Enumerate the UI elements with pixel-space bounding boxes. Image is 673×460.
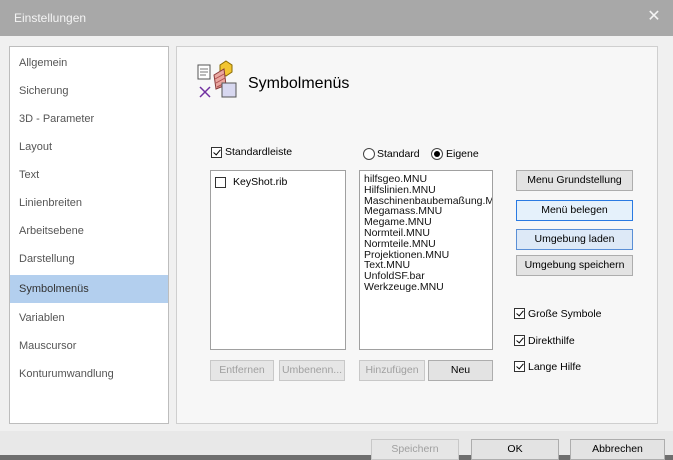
list-item[interactable]: Normteile.MNU xyxy=(360,238,492,250)
page-title: Symbolmenüs xyxy=(248,75,350,92)
sidebar-item-arbeitsebene[interactable]: Arbeitsebene xyxy=(10,217,168,245)
symbol-menus-icon xyxy=(197,60,237,98)
direkthilfe-checkbox[interactable] xyxy=(514,335,525,346)
speichern-button[interactable]: Speichern xyxy=(371,439,459,460)
keyshot-checkbox[interactable] xyxy=(215,177,226,188)
lange-hilfe-label: Lange Hilfe xyxy=(528,361,582,373)
grosse-symbole-label: Große Symbole xyxy=(528,308,602,320)
abbrechen-button[interactable]: Abbrechen xyxy=(570,439,665,460)
list-item[interactable]: Hilfslinien.MNU xyxy=(360,184,492,196)
sidebar-item-layout[interactable]: Layout xyxy=(10,133,168,161)
sidebar-item-symbolmenus[interactable]: Symbolmenüs xyxy=(10,275,168,303)
list-item[interactable]: KeyShot.rib xyxy=(215,176,335,190)
umbenennen-button[interactable]: Umbenenn... xyxy=(279,360,345,381)
standardleiste-checkbox[interactable] xyxy=(211,147,222,158)
direkthilfe-label: Direkthilfe xyxy=(528,335,575,347)
sidebar-item-konturumwandlung[interactable]: Konturumwandlung xyxy=(10,360,168,388)
close-icon[interactable]: ✕ xyxy=(645,8,663,26)
list-item-label: KeyShot.rib xyxy=(233,176,288,188)
eigene-radio-label: Eigene xyxy=(446,148,479,160)
sidebar-item-variablen[interactable]: Variablen xyxy=(10,304,168,332)
list-item[interactable]: Werkzeuge.MNU xyxy=(360,282,492,293)
menu-grundstellung-button[interactable]: Menu Grundstellung xyxy=(516,170,633,191)
menu-file-list[interactable]: hilfsgeo.MNU Hilfslinien.MNU Maschinenba… xyxy=(359,170,493,350)
window-title: Einstellungen xyxy=(14,11,87,25)
grosse-symbole-checkbox[interactable] xyxy=(514,308,525,319)
neu-button[interactable]: Neu xyxy=(428,360,493,381)
sidebar-item-sicherung[interactable]: Sicherung xyxy=(10,77,168,105)
umgebung-laden-button[interactable]: Umgebung laden xyxy=(516,229,633,250)
standard-radio[interactable] xyxy=(363,148,375,160)
settings-category-list: Allgemein Sicherung 3D - Parameter Layou… xyxy=(9,46,169,424)
ok-button[interactable]: OK xyxy=(471,439,559,460)
toolbar-list[interactable]: KeyShot.rib xyxy=(210,170,346,350)
lange-hilfe-checkbox[interactable] xyxy=(514,361,525,372)
eigene-radio[interactable] xyxy=(431,148,443,160)
umgebung-speichern-button[interactable]: Umgebung speichern xyxy=(516,255,633,276)
sidebar-item-mauscursor[interactable]: Mauscursor xyxy=(10,332,168,360)
sidebar-item-3d-parameter[interactable]: 3D - Parameter xyxy=(10,105,168,133)
menu-belegen-button[interactable]: Menü belegen xyxy=(516,200,633,221)
standard-radio-label: Standard xyxy=(377,148,420,160)
settings-dialog: Einstellungen ✕ Allgemein Sicherung 3D -… xyxy=(0,0,673,460)
sidebar-item-text[interactable]: Text xyxy=(10,161,168,189)
sidebar-item-linienbreiten[interactable]: Linienbreiten xyxy=(10,189,168,217)
sidebar-item-darstellung[interactable]: Darstellung xyxy=(10,245,168,273)
sidebar-item-allgemein[interactable]: Allgemein xyxy=(10,49,168,77)
entfernen-button[interactable]: Entfernen xyxy=(210,360,274,381)
title-bar: Einstellungen ✕ xyxy=(0,0,673,36)
hinzufuegen-button[interactable]: Hinzufügen xyxy=(359,360,425,381)
standardleiste-label: Standardleiste xyxy=(225,146,293,158)
